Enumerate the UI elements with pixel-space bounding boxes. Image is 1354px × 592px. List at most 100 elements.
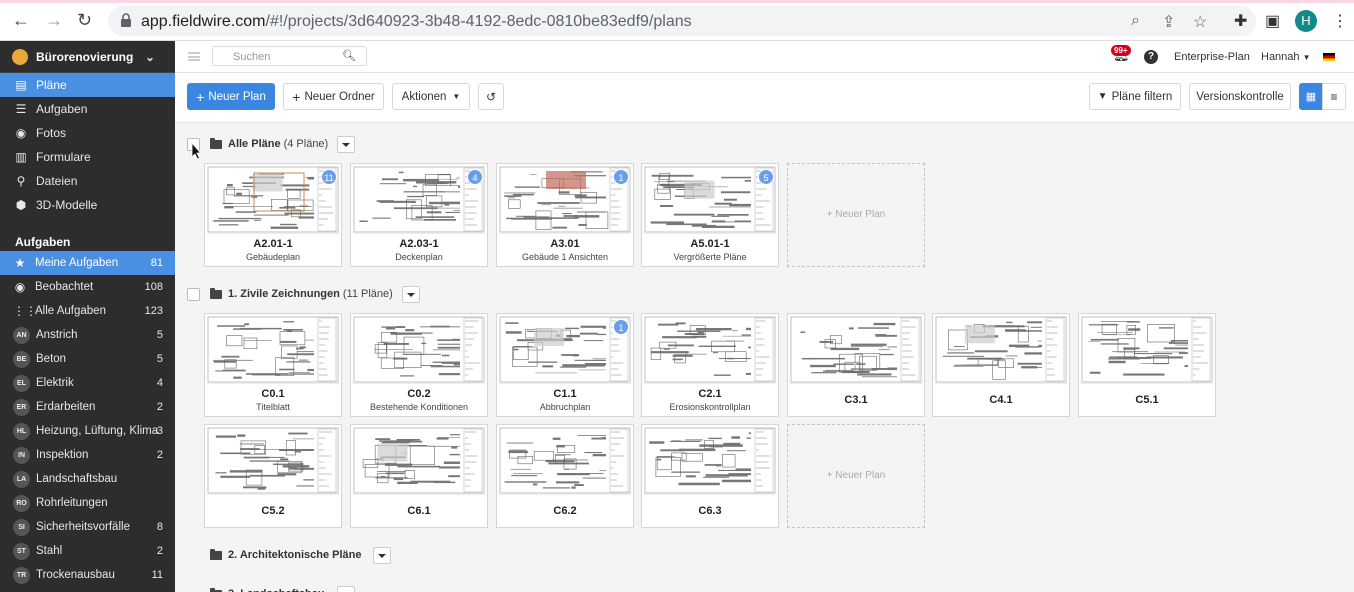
- new-plan-card[interactable]: + Neuer Plan: [787, 424, 925, 528]
- sidebar-item-4[interactable]: ⚲ Dateien: [0, 169, 175, 193]
- sidebar-item-label: 3D-Modelle: [36, 198, 98, 212]
- plan-card[interactable]: C6.2: [496, 424, 634, 528]
- task-filter-label: Trockenausbau: [36, 569, 115, 581]
- plan-thumbnail[interactable]: [789, 315, 923, 384]
- enterprise-plan-link[interactable]: Enterprise-Plan: [1174, 51, 1250, 63]
- new-plan-button[interactable]: + Neuer Plan: [187, 83, 275, 110]
- plan-card[interactable]: C0.1 Titelblatt: [204, 313, 342, 417]
- plan-thumbnail[interactable]: [206, 165, 340, 234]
- share-icon[interactable]: ⇪: [1162, 12, 1175, 32]
- plan-thumbnail[interactable]: [498, 426, 632, 495]
- new-folder-button[interactable]: + Neuer Ordner: [283, 83, 384, 110]
- plan-thumbnail[interactable]: [498, 315, 632, 384]
- actions-dropdown[interactable]: Aktionen ▼: [392, 83, 470, 110]
- plan-thumbnail[interactable]: [498, 165, 632, 234]
- task-filter-item[interactable]: AN Anstrich 5: [0, 323, 175, 347]
- task-filter-label: Heizung, Lüftung, Klima: [36, 425, 159, 437]
- new-plan-card-label: + Neuer Plan: [826, 470, 886, 481]
- version-control-button[interactable]: Versionskontrolle: [1189, 83, 1291, 110]
- plan-card[interactable]: 5 A5.01-1 Vergrößerte Pläne: [641, 163, 779, 267]
- plans-icon: ▤: [15, 78, 27, 92]
- plan-card[interactable]: C6.1: [350, 424, 488, 528]
- help-icon[interactable]: ?: [1144, 50, 1158, 64]
- plan-card[interactable]: C4.1: [932, 313, 1070, 417]
- grid-view-button[interactable]: ▦: [1299, 83, 1323, 110]
- german-flag-icon[interactable]: [1323, 53, 1335, 61]
- plan-folder-header[interactable]: 3. Landschaftsbau: [187, 585, 355, 592]
- url-host: app.fieldwire.com: [141, 13, 266, 30]
- folder-dropdown-button[interactable]: [337, 135, 356, 153]
- plan-folder-header[interactable]: Alle Pläne (4 Pläne): [187, 135, 356, 153]
- sidebar-item-2[interactable]: ◉ Fotos: [0, 121, 175, 145]
- plan-thumbnail[interactable]: [643, 165, 777, 234]
- plan-thumbnail[interactable]: [643, 426, 777, 495]
- folder-checkbox[interactable]: [187, 287, 200, 301]
- plan-folder-header[interactable]: 2. Architektonische Pläne: [187, 546, 392, 564]
- plan-card[interactable]: 4 A2.03-1 Deckenplan: [350, 163, 488, 267]
- plan-card[interactable]: C6.3: [641, 424, 779, 528]
- history-button[interactable]: ↺: [478, 83, 504, 110]
- task-filter-item[interactable]: SI Sicherheitsvorfälle 8: [0, 515, 175, 539]
- task-filter-item[interactable]: ◉ Beobachtet 108: [0, 275, 175, 299]
- task-filter-item[interactable]: BE Beton 5: [0, 347, 175, 371]
- plan-code: A3.01: [550, 238, 580, 250]
- task-filter-item[interactable]: EL Elektrik 4: [0, 371, 175, 395]
- browser-menu-icon[interactable]: ⋮: [1332, 11, 1348, 31]
- plan-thumbnail[interactable]: [643, 315, 777, 384]
- task-filter-item[interactable]: LA Landschaftsbau: [0, 467, 175, 491]
- search-input[interactable]: Suchen 🔍︎: [212, 46, 367, 66]
- plan-thumbnail[interactable]: [1080, 315, 1214, 384]
- plan-code: C4.1: [989, 394, 1013, 406]
- task-filter-item[interactable]: ⋮⋮ Alle Aufgaben 123: [0, 299, 175, 323]
- extensions-puzzle-icon[interactable]: ✚: [1234, 11, 1247, 31]
- sidebar-item-1[interactable]: ☰ Aufgaben: [0, 97, 175, 121]
- project-selector[interactable]: Bürorenovierung ⌄: [0, 41, 175, 73]
- new-plan-card[interactable]: + Neuer Plan: [787, 163, 925, 267]
- plan-thumbnail[interactable]: [934, 315, 1068, 384]
- plan-card[interactable]: C2.1 Erosionskontrollplan: [641, 313, 779, 417]
- task-filter-item[interactable]: ★ Meine Aufgaben 81: [0, 251, 175, 275]
- plan-card[interactable]: 1 A3.01 Gebäude 1 Ansichten: [496, 163, 634, 267]
- back-arrow-icon[interactable]: ←: [12, 10, 30, 31]
- filter-plans-button[interactable]: ▼ Pläne filtern: [1089, 83, 1181, 110]
- sidebar-item-5[interactable]: ⬢ 3D-Modelle: [0, 193, 175, 217]
- plan-thumbnail[interactable]: [352, 315, 486, 384]
- plan-card[interactable]: 11 A2.01-1 Gebäudeplan: [204, 163, 342, 267]
- plan-card[interactable]: C5.2: [204, 424, 342, 528]
- task-filter-item[interactable]: RO Rohrleitungen: [0, 491, 175, 515]
- list-view-button[interactable]: ≡: [1322, 83, 1346, 110]
- folder-dropdown-button[interactable]: [401, 285, 420, 303]
- reload-icon[interactable]: ↻: [77, 10, 92, 31]
- plan-thumbnail[interactable]: [352, 165, 486, 234]
- user-menu[interactable]: Hannah ▼: [1261, 51, 1311, 63]
- plan-thumbnail[interactable]: [206, 315, 340, 384]
- sidebar-item-3[interactable]: ▥ Formulare: [0, 145, 175, 169]
- actions-label: Aktionen: [401, 90, 447, 103]
- plan-thumbnail[interactable]: [206, 426, 340, 495]
- folder-dropdown-button[interactable]: [373, 546, 392, 564]
- category-badge: ER: [13, 398, 30, 416]
- plan-card[interactable]: C0.2 Bestehende Konditionen: [350, 313, 488, 417]
- plan-folder-header[interactable]: 1. Zivile Zeichnungen (11 Pläne): [187, 285, 420, 303]
- task-filter-label: Rohrleitungen: [36, 497, 108, 509]
- menu-hamburger-icon[interactable]: [188, 52, 200, 61]
- sidebar-item-0[interactable]: ▤ Pläne: [0, 73, 175, 97]
- plan-card[interactable]: C3.1: [787, 313, 925, 417]
- task-filter-item[interactable]: TR Trockenausbau 11: [0, 563, 175, 587]
- task-filter-item[interactable]: ER Erdarbeiten 2: [0, 395, 175, 419]
- new-plan-card-label: + Neuer Plan: [826, 209, 886, 220]
- forward-arrow-icon[interactable]: →: [45, 10, 63, 31]
- task-filter-item[interactable]: ST Stahl 2: [0, 539, 175, 563]
- task-filter-item[interactable]: IN Inspektion 2: [0, 443, 175, 467]
- plan-card[interactable]: C5.1: [1078, 313, 1216, 417]
- folder-dropdown-button[interactable]: [336, 585, 355, 592]
- address-bar[interactable]: app.fieldwire.com/#!/projects/3d640923-3…: [108, 6, 1256, 36]
- bookmark-star-icon[interactable]: ☆: [1193, 12, 1207, 32]
- plan-title: Deckenplan: [395, 252, 443, 262]
- sidepanel-icon[interactable]: ▣: [1265, 11, 1280, 31]
- profile-avatar[interactable]: H: [1295, 10, 1317, 32]
- plan-thumbnail[interactable]: [352, 426, 486, 495]
- zoom-search-icon[interactable]: ⌕: [1131, 12, 1140, 30]
- task-filter-item[interactable]: HL Heizung, Lüftung, Klima 3: [0, 419, 175, 443]
- plan-card[interactable]: 1 C1.1 Abbruchplan: [496, 313, 634, 417]
